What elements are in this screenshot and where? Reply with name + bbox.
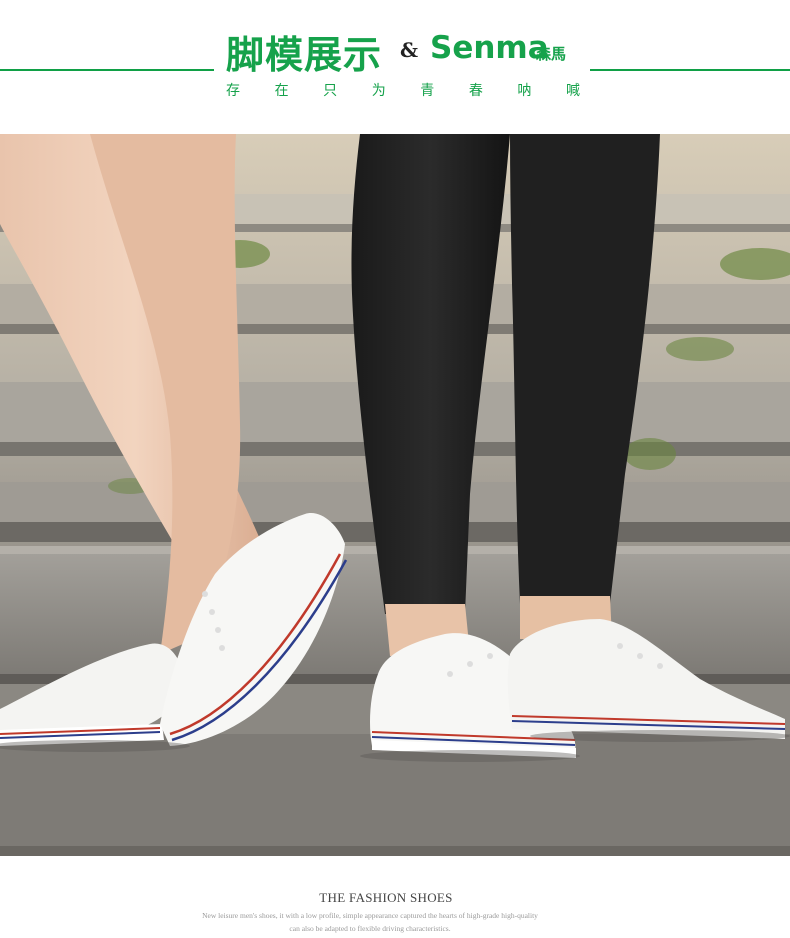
slogan-char: 存	[226, 83, 240, 99]
slogan-char: 春	[468, 83, 483, 99]
brand-logo-text: Senma	[430, 30, 549, 66]
grass	[666, 337, 734, 361]
slogan-char: 呐	[517, 83, 532, 99]
shadow	[530, 730, 790, 742]
page-footer: THE FASHION SHOES New leisure men's shoe…	[0, 856, 790, 938]
slogan-char: 青	[420, 83, 435, 99]
shoe-photo-illustration	[0, 134, 790, 856]
slogan-char: 喊	[565, 83, 580, 99]
footer-subtitle-line-2: can also be adapted to flexible driving …	[289, 924, 451, 933]
ampersand: &	[400, 38, 419, 62]
brand-logo-cn: 森馬	[536, 45, 567, 63]
product-photo	[0, 134, 790, 856]
footer-title: THE FASHION SHOES	[319, 890, 453, 905]
shadow	[360, 750, 580, 762]
slogan-char: 为	[371, 83, 386, 99]
footer-subtitle-line-1: New leisure men's shoes, it with a low p…	[202, 911, 538, 920]
ground-edge	[0, 846, 790, 856]
page-header: 脚模展示 & Senma 森馬 存 在 只 为 青 春 呐 喊	[0, 0, 790, 134]
slogan-char: 只	[323, 83, 338, 99]
slogan-char: 在	[274, 83, 289, 99]
header-divider-left	[0, 69, 214, 71]
grass	[624, 438, 676, 470]
page-title: 脚模展示	[226, 33, 383, 77]
footer-subtitle: New leisure men's shoes, it with a low p…	[160, 909, 580, 935]
slogan: 存 在 只 为 青 春 呐 喊	[226, 80, 580, 100]
header-divider-right	[590, 69, 790, 71]
